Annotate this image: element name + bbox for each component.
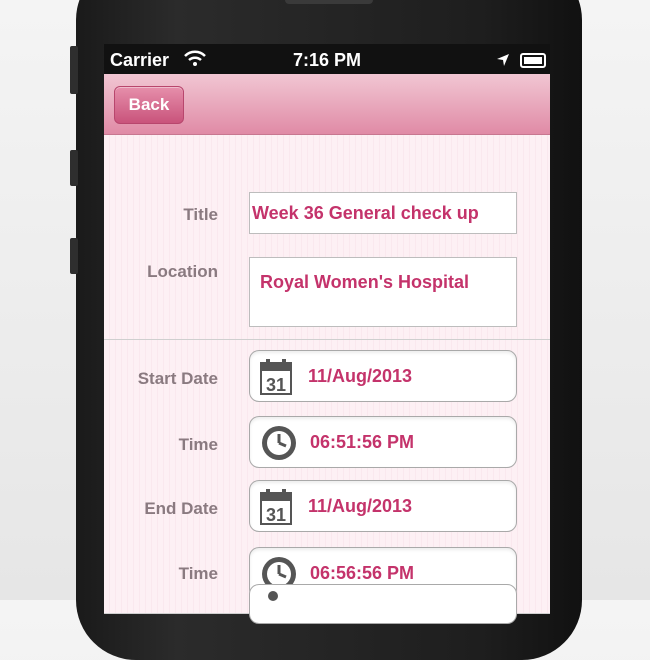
end-time-label: Time (178, 564, 218, 583)
form-content: Title Week 36 General check up Location … (104, 135, 550, 614)
end-date-label: End Date (144, 499, 218, 518)
calendar-icon-text: 31 (266, 505, 286, 525)
clock-icon (260, 424, 298, 467)
start-date-picker[interactable]: 31 11/Aug/2013 (249, 350, 517, 402)
phone-side-button (70, 46, 78, 94)
calendar-icon-text: 31 (266, 375, 286, 395)
phone-side-button (70, 150, 78, 186)
start-date-label: Start Date (137, 369, 218, 388)
app-screen: Back Title Week 36 General check up Loca… (104, 44, 550, 614)
section-divider (104, 339, 550, 340)
title-label: Title (183, 205, 218, 224)
battery-icon (520, 53, 546, 68)
phone-side-button (70, 238, 78, 274)
start-time-label: Time (178, 435, 218, 454)
status-bar: Carrier 7:16 PM (104, 44, 550, 74)
location-arrow-icon (496, 51, 510, 72)
navigation-bar: Back (104, 74, 550, 135)
calendar-icon: 31 (260, 488, 294, 531)
title-field[interactable]: Week 36 General check up (249, 192, 517, 234)
location-field[interactable]: Royal Women's Hospital (249, 257, 517, 327)
title-value: Week 36 General check up (252, 203, 479, 223)
next-field-partial[interactable] (249, 584, 517, 624)
start-time-value: 06:51:56 PM (310, 432, 415, 452)
back-button[interactable]: Back (114, 86, 184, 124)
start-date-value: 11/Aug/2013 (308, 366, 413, 386)
location-label: Location (147, 262, 218, 281)
end-date-value: 11/Aug/2013 (308, 496, 413, 516)
end-date-picker[interactable]: 31 11/Aug/2013 (249, 480, 517, 532)
end-time-value: 06:56:56 PM (310, 563, 415, 583)
phone-speaker (285, 0, 373, 4)
calendar-icon: 31 (260, 358, 294, 401)
start-time-picker[interactable]: 06:51:56 PM (249, 416, 517, 468)
clock-time: 7:16 PM (292, 50, 362, 70)
location-value: Royal Women's Hospital (260, 272, 469, 292)
back-button-label: Back (128, 95, 170, 114)
